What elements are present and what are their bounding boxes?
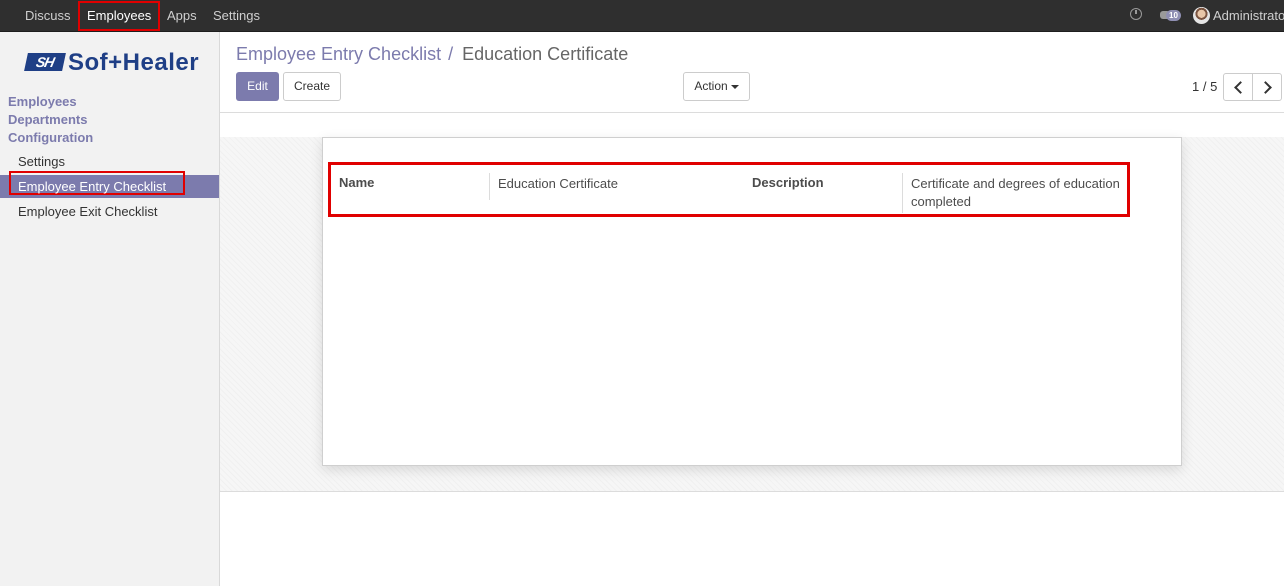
- breadcrumb-separator: /: [448, 44, 454, 64]
- breadcrumb-current: Education Certificate: [462, 44, 629, 64]
- menu-settings[interactable]: Settings: [213, 0, 260, 32]
- sidebar-item-entry-checklist[interactable]: Employee Entry Checklist: [18, 179, 166, 194]
- user-avatar[interactable]: [1193, 7, 1210, 24]
- menu-discuss[interactable]: Discuss: [25, 0, 71, 32]
- action-label: Action: [694, 79, 728, 93]
- breadcrumb: Employee Entry Checklist / Education Cer…: [236, 44, 628, 65]
- sidebar-item-settings[interactable]: Settings: [18, 154, 65, 169]
- messages-count-badge: 10: [1166, 10, 1181, 21]
- highlight-outline-fields: [328, 162, 1130, 217]
- caret-down-icon: [730, 84, 739, 89]
- sidebar-section-configuration[interactable]: Configuration: [8, 130, 93, 145]
- sidebar-item-exit-checklist[interactable]: Employee Exit Checklist: [18, 204, 157, 219]
- edit-button[interactable]: Edit: [236, 72, 279, 101]
- action-dropdown[interactable]: Action: [683, 72, 750, 101]
- pager-value[interactable]: 1 / 5: [1192, 79, 1217, 94]
- menu-apps[interactable]: Apps: [167, 0, 197, 32]
- menu-employees[interactable]: Employees: [78, 1, 161, 31]
- chevron-right-icon: [1259, 81, 1272, 94]
- sidebar-section-employees[interactable]: Employees: [8, 94, 77, 109]
- sidebar-section-departments[interactable]: Departments: [8, 112, 87, 127]
- form-bottom-divider: [220, 491, 1284, 492]
- logo-text: Sof+Healer: [68, 49, 200, 76]
- activity-clock-icon[interactable]: [1130, 8, 1142, 20]
- breadcrumb-parent[interactable]: Employee Entry Checklist: [236, 44, 441, 64]
- logo-mark: SH: [24, 53, 66, 71]
- create-button[interactable]: Create: [283, 72, 341, 101]
- chevron-left-icon: [1234, 81, 1247, 94]
- user-menu[interactable]: Administrator: [1213, 0, 1284, 32]
- pager-next-button[interactable]: [1252, 73, 1282, 101]
- top-navbar: Discuss Employees Apps Settings 10 Admin…: [0, 0, 1284, 32]
- control-panel-divider: [220, 112, 1284, 113]
- pager-previous-button[interactable]: [1223, 73, 1253, 101]
